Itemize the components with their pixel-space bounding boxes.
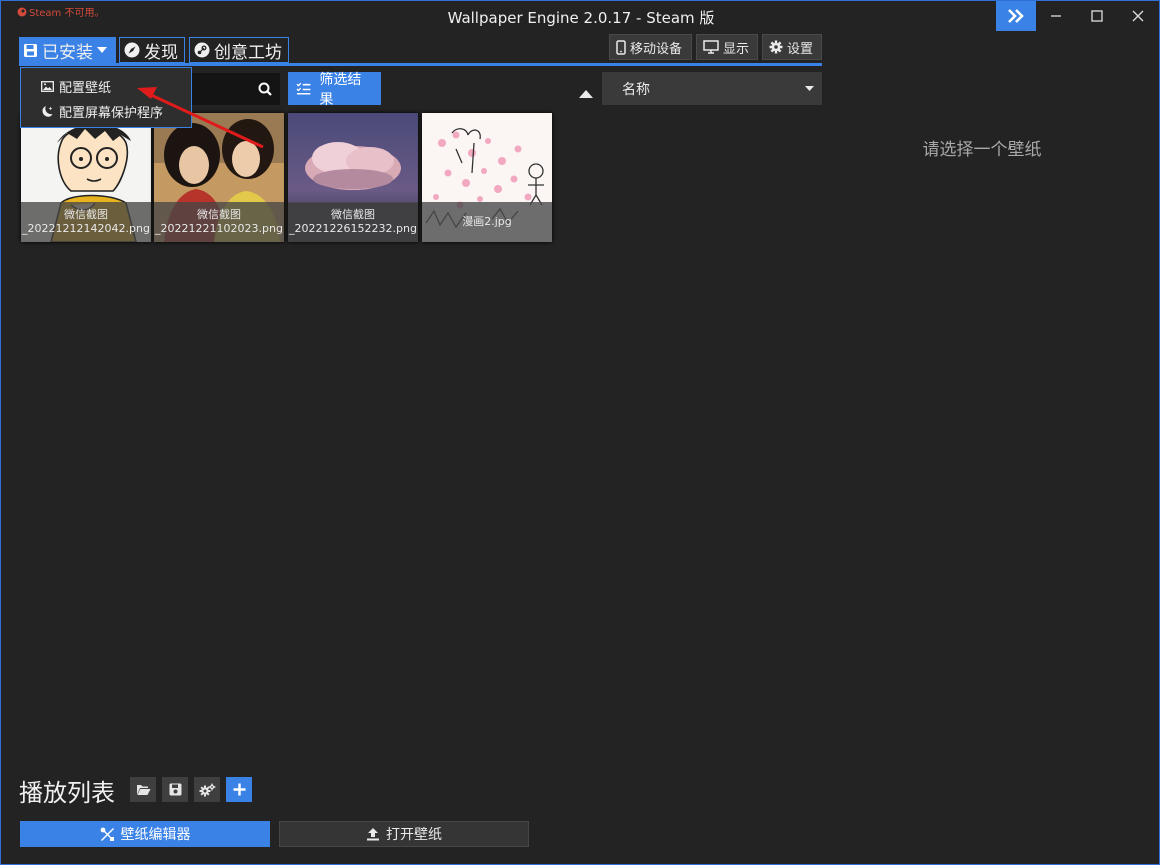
tab-workshop[interactable]: 创意工坊 (189, 37, 289, 63)
monitor-icon (703, 40, 719, 54)
playlist-add-button[interactable] (226, 777, 252, 802)
wallpaper-caption: 微信截图 _20221221102023.png (154, 202, 284, 242)
filter-results-label: 筛选结果 (319, 71, 362, 108)
window-title: Wallpaper Engine 2.0.17 - Steam 版 (447, 9, 715, 27)
display-button[interactable]: 显示 (696, 34, 758, 60)
wallpaper-item[interactable]: 微信截图 _20221221102023.png (154, 113, 284, 242)
menu-item-configure-wallpaper-label: 配置壁纸 (59, 81, 112, 96)
gear-icon (769, 40, 783, 54)
wallpaper-item[interactable]: 漫画2.jpg (422, 113, 552, 242)
installed-dropdown-menu: 配置壁纸 配置屏幕保护程序 (20, 67, 192, 128)
wallpaper-caption-line2: _20221221102023.png (155, 222, 283, 235)
playlist-title: 播放列表 (19, 779, 115, 807)
mobile-device-button[interactable]: 移动设备 (609, 34, 692, 60)
tools-icon (100, 827, 114, 841)
maximize-button[interactable] (1077, 1, 1117, 31)
chevron-down-icon (805, 85, 814, 91)
maximize-icon (1091, 10, 1103, 22)
no-selection-hint: 请选择一个壁纸 (922, 140, 1042, 160)
open-wallpaper-button[interactable]: 打开壁纸 (279, 821, 529, 847)
wallpaper-caption-line1: 微信截图 (64, 208, 108, 221)
wallpaper-caption-line1: 微信截图 (197, 208, 241, 221)
image-icon (41, 81, 54, 92)
search-icon (258, 82, 272, 96)
wallpaper-caption: 微信截图 _20221212142042.png (21, 202, 151, 242)
wallpaper-caption-line1: 微信截图 (331, 208, 375, 221)
wallpaper-item[interactable]: 微信截图 _20221212142042.png (21, 113, 151, 242)
wallpaper-caption-line2: _20221226152232.png (289, 222, 417, 235)
expand-panel-button[interactable] (996, 1, 1036, 31)
settings-label: 设置 (787, 41, 814, 57)
search-input[interactable] (189, 73, 280, 105)
close-button[interactable] (1118, 1, 1158, 31)
gears-icon (199, 783, 215, 796)
steam-icon (194, 42, 210, 58)
sort-select-value: 名称 (622, 81, 650, 98)
upload-icon (367, 828, 379, 841)
sort-select[interactable]: 名称 (602, 72, 822, 105)
folder-open-icon (136, 784, 150, 795)
settings-button[interactable]: 设置 (762, 34, 822, 60)
compass-icon (124, 42, 140, 58)
phone-icon (616, 39, 626, 55)
save-icon (24, 43, 37, 57)
wallpaper-caption-line2: 漫画2.jpg (462, 215, 512, 228)
plus-icon (233, 783, 245, 796)
checklist-icon (296, 82, 311, 95)
menu-item-configure-screensaver-label: 配置屏幕保护程序 (59, 106, 164, 121)
playlist-save-button[interactable] (162, 777, 188, 802)
tab-discover-label: 发现 (144, 42, 178, 63)
minimize-icon (1051, 15, 1061, 17)
open-wallpaper-label: 打开壁纸 (386, 827, 442, 843)
filter-results-button[interactable]: 筛选结果 (288, 72, 381, 108)
wallpaper-caption: 漫画2.jpg (422, 202, 552, 242)
minimize-button[interactable] (1036, 1, 1076, 31)
tab-installed-label: 已安装 (42, 42, 93, 63)
menu-item-configure-wallpaper[interactable]: 配置壁纸 (21, 74, 191, 99)
playlist-open-button[interactable] (130, 777, 156, 802)
moon-icon (42, 106, 53, 117)
playlist-config-button[interactable] (194, 777, 220, 802)
menu-item-configure-screensaver[interactable]: 配置屏幕保护程序 (21, 99, 191, 124)
wallpaper-caption-line2: _20221212142042.png (22, 222, 150, 235)
caret-down-icon (97, 47, 107, 53)
wallpaper-editor-label: 壁纸编辑器 (120, 827, 191, 843)
tab-underline (19, 63, 822, 66)
save-icon (169, 783, 181, 796)
wallpaper-item[interactable]: 微信截图 _20221226152232.png (288, 113, 418, 242)
double-chevron-right-icon (1008, 9, 1024, 23)
close-icon (1132, 10, 1144, 22)
mobile-device-label: 移动设备 (630, 41, 683, 57)
wallpaper-caption: 微信截图 _20221226152232.png (288, 202, 418, 242)
sort-direction-toggle[interactable] (579, 83, 593, 102)
tab-discover[interactable]: 发现 (119, 37, 185, 63)
wallpaper-editor-button[interactable]: 壁纸编辑器 (20, 821, 270, 847)
display-label: 显示 (723, 41, 750, 57)
tab-installed[interactable]: 已安装 (19, 37, 116, 63)
tab-workshop-label: 创意工坊 (214, 42, 282, 63)
caret-up-icon (579, 90, 593, 98)
